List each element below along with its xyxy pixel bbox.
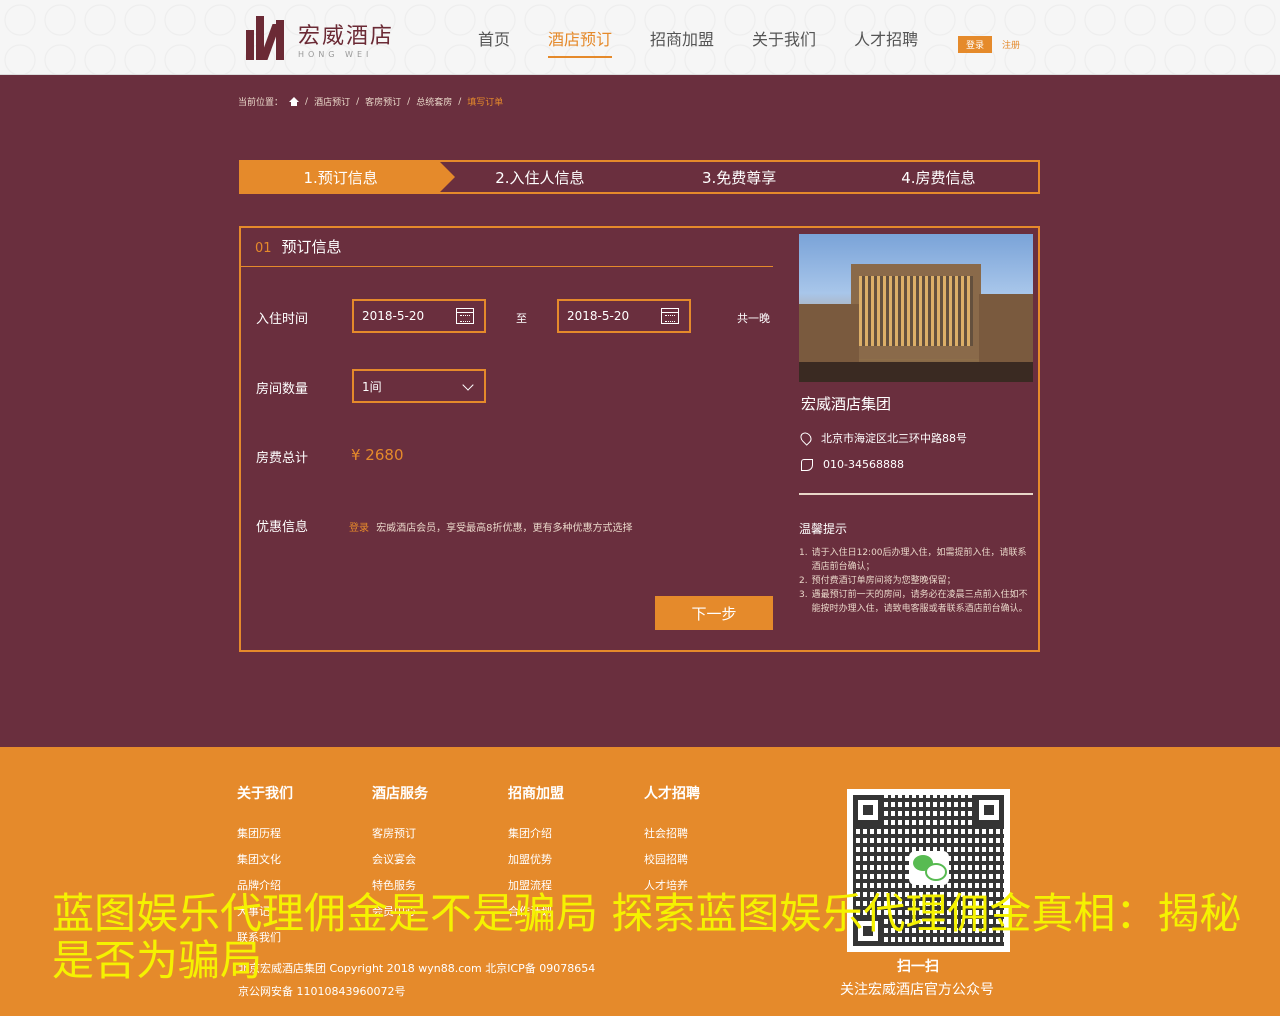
chevron-down-icon — [462, 379, 474, 391]
breadcrumb-item[interactable]: 酒店预订 — [314, 95, 350, 108]
breadcrumb: 当前位置： / 酒店预订 / 客房预订 / 总统套房 / 填写订单 — [238, 95, 504, 109]
rooms-select[interactable]: 1间 — [352, 369, 486, 403]
list-item: 2. 预付费酒订单房间将为您整晚保留； — [799, 576, 956, 586]
police-record: 京公网安备 11010843960072号 — [238, 985, 406, 998]
breadcrumb-current: 填写订单 — [467, 98, 504, 108]
main-nav: 首页 酒店预订 招商加盟 关于我们 人才招聘 — [478, 26, 918, 58]
nav-careers[interactable]: 人才招聘 — [854, 26, 918, 58]
hotel-phone-row: 010-34568888 — [801, 458, 904, 471]
checkout-date-value: 2018-5-20 — [567, 309, 630, 323]
hotel-address-row: 北京市海淀区北三环中路88号 — [798, 430, 967, 446]
list-item: 1. 请于入住日12:00后办理入住，如需提前入住，请联系酒店前台确认； — [799, 548, 1027, 572]
footer-col-title: 酒店服务 — [372, 786, 428, 802]
divider — [799, 493, 1033, 495]
checkin-date-input[interactable]: 2018-5-20 — [352, 299, 486, 333]
footer-link[interactable]: 加盟优势 — [508, 851, 564, 867]
footer-link[interactable]: 校园招聘 — [644, 851, 700, 867]
divider — [241, 266, 773, 267]
promo-login-link[interactable]: 登录 — [349, 523, 369, 534]
nav-hotel-booking[interactable]: 酒店预订 — [548, 26, 613, 58]
promo-info: 登录 宏威酒店会员，享受最高8折优惠，更有多种优惠方式选择 — [349, 519, 633, 534]
breadcrumb-item[interactable]: 客房预订 — [365, 95, 401, 108]
footer-col-title: 招商加盟 — [508, 786, 564, 802]
promo-text: 宏威酒店会员，享受最高8折优惠，更有多种优惠方式选择 — [376, 523, 633, 534]
booking-steps: 1.预订信息 2.入住人信息 3.免费尊享 4.房费信息 — [239, 160, 1040, 194]
nav-about[interactable]: 关于我们 — [752, 26, 816, 58]
tips-list: 1. 请于入住日12:00后办理入住，如需提前入住，请联系酒店前台确认； 2. 预付… — [799, 546, 1029, 616]
rooms-value: 1间 — [362, 379, 382, 394]
hotel-photo — [799, 234, 1033, 382]
breadcrumb-item[interactable]: 总统套房 — [416, 95, 452, 108]
total-price: ¥ 2680 — [351, 446, 404, 464]
step-free-perks[interactable]: 3.免费尊享 — [640, 162, 839, 192]
site-header: 宏威酒店 HONG WEI 首页 酒店预订 招商加盟 关于我们 人才招聘 登录 … — [0, 0, 1280, 75]
register-link[interactable]: 注册 — [1002, 38, 1020, 51]
phone-icon — [801, 458, 813, 471]
auth-links: 登录 注册 — [958, 36, 1020, 53]
booking-panel: 01 预订信息 入住时间 2018-5-20 至 2018-5-20 共一晚 房… — [239, 226, 1040, 652]
logo-text: 宏威酒店 — [298, 23, 395, 49]
footer-link[interactable]: 集团历程 — [237, 825, 293, 841]
logo-subtext: HONG WEI — [298, 49, 373, 59]
wechat-icon — [909, 851, 949, 885]
checkout-date-input[interactable]: 2018-5-20 — [557, 299, 691, 333]
section-number: 01 — [255, 241, 272, 256]
rooms-label: 房间数量 — [256, 382, 309, 397]
nights-count: 共一晚 — [737, 312, 770, 325]
hotel-name: 宏威酒店集团 — [801, 395, 892, 413]
logo[interactable]: 宏威酒店 HONG WEI — [242, 16, 394, 60]
footer-col-title: 关于我们 — [237, 786, 293, 802]
checkin-label: 入住时间 — [256, 312, 309, 327]
total-label: 房费总计 — [256, 451, 309, 466]
home-icon[interactable] — [289, 97, 300, 106]
section-title-text: 预订信息 — [281, 238, 342, 256]
overlay-caption: 蓝图娱乐代理佣金是不是骗局 探索蓝图娱乐代理佣金真相：揭秘是否为骗局 — [52, 889, 1242, 985]
promo-label: 优惠信息 — [256, 520, 309, 535]
hotel-phone: 010-34568888 — [823, 458, 904, 471]
location-pin-icon — [798, 430, 814, 446]
hotel-address: 北京市海淀区北三环中路88号 — [821, 432, 967, 445]
breadcrumb-prefix: 当前位置： — [238, 98, 284, 108]
logo-mark-icon — [242, 16, 290, 60]
nav-franchise[interactable]: 招商加盟 — [650, 26, 714, 58]
calendar-icon[interactable] — [661, 308, 679, 324]
tips-title: 温馨提示 — [799, 522, 848, 536]
footer-link[interactable]: 集团介绍 — [508, 825, 564, 841]
footer-link[interactable]: 集团文化 — [237, 851, 293, 867]
footer-col-title: 人才招聘 — [644, 786, 700, 802]
section-title: 01 预订信息 — [255, 236, 342, 257]
step-room-fee[interactable]: 4.房费信息 — [839, 162, 1038, 192]
next-step-button[interactable]: 下一步 — [655, 596, 773, 630]
to-label: 至 — [516, 312, 527, 325]
step-booking-info[interactable]: 1.预订信息 — [241, 162, 456, 192]
footer-link[interactable]: 会议宴会 — [372, 851, 428, 867]
nav-home[interactable]: 首页 — [478, 26, 510, 58]
checkin-date-value: 2018-5-20 — [362, 309, 425, 323]
calendar-icon[interactable] — [456, 308, 474, 324]
list-item: 3. 遇最预订前一天的房间，请务必在凌晨三点前入住如不能按时办理入住，请致电客服或… — [799, 590, 1028, 614]
footer-col-careers: 人才招聘 社会招聘 校园招聘 人才培养 — [644, 783, 700, 903]
step-guest-info[interactable]: 2.入住人信息 — [440, 162, 639, 192]
login-button[interactable]: 登录 — [958, 36, 993, 53]
footer-link[interactable]: 客房预订 — [372, 825, 428, 841]
footer-link[interactable]: 社会招聘 — [644, 825, 700, 841]
